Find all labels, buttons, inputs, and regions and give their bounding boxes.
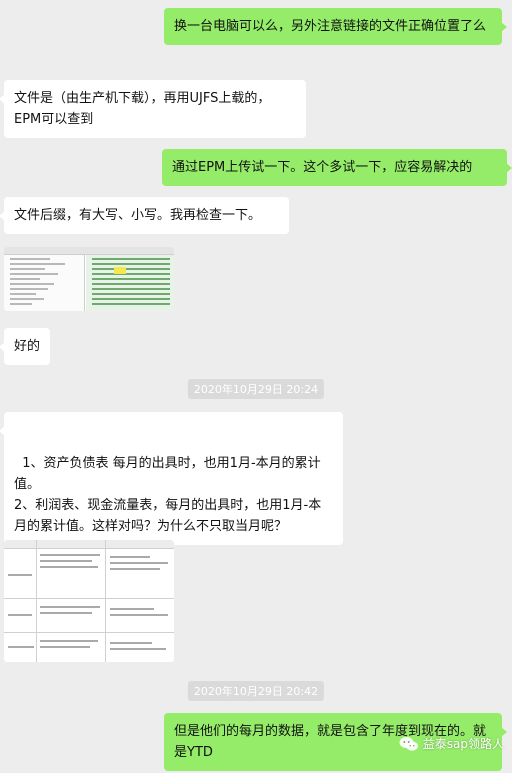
thumbnail-tree-pane <box>4 255 85 311</box>
message-text: 文件是（由生产机下载），再用UJFS上载的，EPM可以查到 <box>14 91 271 127</box>
message-text: 文件后缀，有大写、小写。我再检查一下。 <box>14 208 262 223</box>
thumbnail-row-divider <box>4 632 174 633</box>
message-text: 好的 <box>14 339 41 354</box>
outgoing-message-bubble[interactable]: 换一台电脑可以么，另外注意链接的文件正确位置了么 <box>164 8 507 45</box>
thumbnail-highlight <box>114 267 126 274</box>
watermark-text: 益泰sap领路人 <box>422 737 504 751</box>
thumbnail-titlebar <box>4 247 174 255</box>
thumbnail-cell-text <box>40 646 90 648</box>
thumbnail-cell-text <box>40 560 92 562</box>
timestamp: 2020年10月29日 20:42 <box>187 681 325 701</box>
thumbnail-cell-text <box>110 614 168 616</box>
thumbnail-cell-text <box>8 646 34 648</box>
thumbnail-cell-text <box>40 606 100 608</box>
thumbnail-cell-text <box>8 574 32 576</box>
thumbnail-file-list <box>86 255 174 311</box>
thumbnail-cell-text <box>8 614 32 616</box>
message-text: 1、资产负债表 每月的出具时，也用1月-本月的累计值。 2、利润表、现金流量表，… <box>14 456 322 534</box>
thumbnail-cell-text <box>40 554 100 556</box>
watermark: 益泰sap领路人 <box>399 735 504 752</box>
message-text: 换一台电脑可以么，另外注意链接的文件正确位置了么 <box>174 19 487 34</box>
thumbnail-cell-text <box>110 568 160 570</box>
thumbnail-row-divider <box>4 598 174 599</box>
file-tree-screenshot-thumbnail[interactable] <box>4 247 174 311</box>
thumbnail-cell-text <box>110 562 168 564</box>
incoming-message-bubble[interactable]: 好的 <box>0 328 50 365</box>
table-screenshot-thumbnail[interactable] <box>4 540 174 662</box>
thumbnail-cell-text <box>110 556 150 558</box>
wechat-official-account-icon <box>399 736 418 751</box>
thumbnail-cell-text <box>110 642 152 644</box>
thumbnail-column-divider <box>105 540 106 662</box>
message-text: 通过EPM上传试一下。这个多试一下，应容易解决的 <box>172 160 473 175</box>
thumbnail-cell-text <box>40 612 92 614</box>
outgoing-message-bubble[interactable]: 通过EPM上传试一下。这个多试一下，应容易解决的 <box>162 149 512 186</box>
thumbnail-cell-text <box>110 648 166 650</box>
thumbnail-cell-text <box>40 566 98 568</box>
incoming-message-bubble[interactable]: 1、资产负债表 每月的出具时，也用1月-本月的累计值。 2、利润表、现金流量表，… <box>0 412 343 545</box>
incoming-message-bubble[interactable]: 文件是（由生产机下载），再用UJFS上载的，EPM可以查到 <box>0 80 306 138</box>
thumbnail-cell-text <box>110 608 154 610</box>
incoming-message-bubble[interactable]: 文件后缀，有大写、小写。我再检查一下。 <box>0 197 289 234</box>
thumbnail-table-header <box>4 540 174 549</box>
thumbnail-cell-text <box>40 640 98 642</box>
thumbnail-column-divider <box>36 540 37 662</box>
timestamp: 2020年10月29日 20:24 <box>187 379 325 399</box>
